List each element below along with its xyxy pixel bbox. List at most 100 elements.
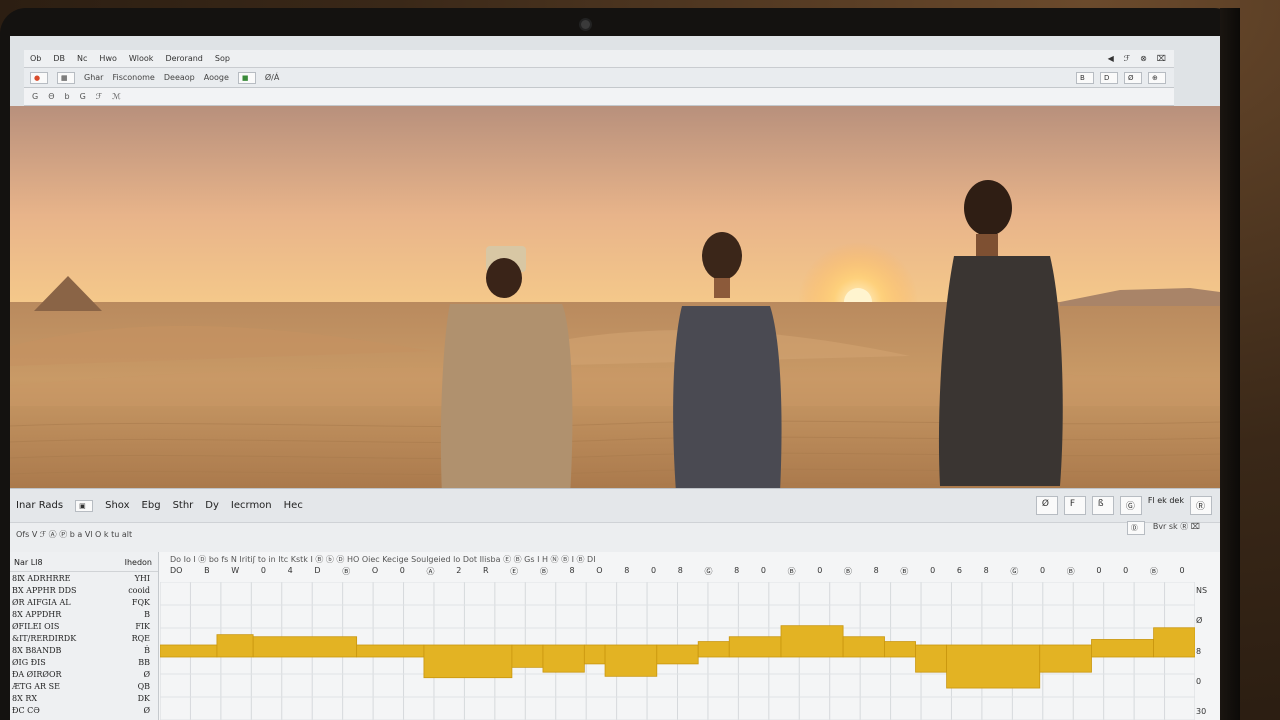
menu-item-4[interactable]: Wlook bbox=[129, 54, 154, 63]
window-icon-1[interactable]: ℱ bbox=[1124, 54, 1130, 63]
track-list-header: Nar LI8 Ihedon bbox=[10, 552, 158, 572]
track-row[interactable]: ØFILEI OIS FIK bbox=[10, 620, 158, 632]
panel-right-4[interactable]: Fl ek dek bbox=[1148, 496, 1184, 515]
toolbar-item-4[interactable]: Ø/Á bbox=[265, 73, 279, 82]
ruler-tick-5: D bbox=[314, 566, 321, 575]
panel-item-6[interactable]: Hec bbox=[284, 500, 303, 511]
waveform-segment-7 bbox=[583, 644, 606, 665]
timeline-subbar: Ofs V ℱ Ⓐ Ⓟ b a Vl O k tu alt Ⓓ Bvr sk Ⓡ… bbox=[10, 521, 1220, 553]
track-header-left: Nar LI8 bbox=[14, 558, 43, 567]
waveform-segment-9 bbox=[656, 644, 699, 665]
track-list: Nar LI8 Ihedon 8Ⅸ ADRHRRE YHI BX APPHR DD… bbox=[10, 552, 159, 720]
menu-item-0[interactable]: Ob bbox=[30, 54, 41, 63]
track-row[interactable]: ØR AIFGIA AL FQK bbox=[10, 596, 158, 608]
waveform-segment-14 bbox=[884, 641, 916, 658]
waveform-segment-17 bbox=[1039, 644, 1092, 673]
ruler-tick-24: Ⓑ bbox=[844, 567, 852, 576]
track-row[interactable]: &IT/RERDIRDK RQE bbox=[10, 632, 158, 644]
window-icon-3[interactable]: ⌧ bbox=[1157, 54, 1166, 63]
toolbar2-item-4[interactable]: ℱ bbox=[96, 92, 102, 101]
webcam-icon bbox=[581, 20, 590, 29]
timeline-ruler[interactable]: Do Io I Ⓓ bo fs N Iritiʃ to in Itc Kstk … bbox=[160, 552, 1195, 582]
menu-item-6[interactable]: Sop bbox=[215, 54, 230, 63]
scale-label-3: 0 bbox=[1196, 676, 1202, 686]
toolbar-item-2[interactable]: Deeaop bbox=[164, 73, 195, 82]
timeline[interactable]: Nar LI8 Ihedon 8Ⅸ ADRHRRE YHI BX APPHR DD… bbox=[10, 552, 1220, 720]
toolbar-right-2[interactable]: Ø bbox=[1124, 71, 1142, 84]
toolbar-item-1[interactable]: Fisconome bbox=[112, 73, 154, 82]
menu-item-2[interactable]: Nc bbox=[77, 54, 87, 63]
toolbar-right-0[interactable]: B bbox=[1076, 71, 1094, 84]
track-row[interactable]: 8X APPDHR B bbox=[10, 608, 158, 620]
ruler-tick-12: Ⓔ bbox=[510, 567, 519, 576]
waveform-segment-12 bbox=[780, 625, 844, 658]
waveform-segment-3 bbox=[356, 644, 425, 658]
track-value: RQE bbox=[131, 634, 150, 643]
toolbar-right-1[interactable]: D bbox=[1100, 71, 1118, 84]
menu-item-3[interactable]: Hwo bbox=[99, 54, 116, 63]
panel-item-1[interactable]: Shox bbox=[105, 500, 129, 511]
track-value: YHI bbox=[134, 574, 150, 583]
panel-right-2[interactable]: ß bbox=[1091, 496, 1114, 515]
toolbar2-item-5[interactable]: ℳ bbox=[112, 92, 121, 101]
window-icon-0[interactable]: ◀ bbox=[1108, 54, 1114, 63]
waveform-segment-5 bbox=[511, 644, 544, 668]
subbar-row2: Ⓓ Bvr sk Ⓡ ⌧ bbox=[1126, 521, 1200, 535]
track-name: ØIG ÐIS bbox=[12, 658, 46, 667]
toolbar2-item-3[interactable]: G bbox=[80, 92, 86, 101]
panel-item-4[interactable]: Dy bbox=[205, 500, 219, 511]
track-row[interactable]: 8X RX DK bbox=[10, 692, 158, 704]
timeline-panel-header: Inar Rads ▣ Shox Ebg Sthr Dy Iecrmon Hec… bbox=[10, 488, 1220, 522]
panel-right-5[interactable]: Ⓡ bbox=[1190, 496, 1212, 515]
grid-icon[interactable]: ▦ bbox=[57, 71, 75, 84]
toolbar2-item-0[interactable]: G bbox=[32, 92, 38, 101]
track-row[interactable]: ÐA ØIRØOR Ø bbox=[10, 668, 158, 680]
scale-label-0: NS bbox=[1196, 586, 1208, 595]
ruler-tick-34: 0 bbox=[1123, 566, 1129, 575]
panel-item-2[interactable]: Ebg bbox=[142, 500, 161, 511]
toolbar2-item-1[interactable]: Θ bbox=[48, 92, 54, 101]
ruler-tick-36: 0 bbox=[1179, 566, 1185, 575]
track-value: FQK bbox=[131, 598, 150, 607]
waveform-segment-16 bbox=[946, 644, 1041, 689]
track-row[interactable]: 8X B8ANDB Ḃ bbox=[10, 644, 158, 656]
video-preview[interactable] bbox=[10, 106, 1220, 496]
toolbar-item-3[interactable]: Aooge bbox=[204, 73, 229, 82]
ruler-tick-30: Ⓖ bbox=[1010, 567, 1019, 576]
menu-item-5[interactable]: Derorand bbox=[165, 54, 202, 63]
panel-right-3[interactable]: Ⓖ bbox=[1119, 496, 1142, 515]
toolbar2-item-2[interactable]: b bbox=[65, 92, 70, 101]
ruler-tick-0: DO bbox=[170, 566, 183, 575]
color-swatch-icon[interactable]: ■ bbox=[237, 71, 256, 84]
ruler-tick-33: 0 bbox=[1096, 566, 1102, 575]
ruler-tick-29: 8 bbox=[983, 566, 989, 575]
panel-item-0[interactable]: Inar Rads bbox=[16, 500, 63, 511]
window-icon-2[interactable]: ⊗ bbox=[1140, 54, 1147, 63]
track-row[interactable]: ØIG ÐIS BB bbox=[10, 656, 158, 668]
preview-frame bbox=[10, 106, 1220, 496]
toolbar-right-3[interactable]: ⊕ bbox=[1148, 71, 1166, 84]
track-value: FIK bbox=[135, 622, 150, 631]
panel-item-5[interactable]: Iecrmon bbox=[231, 500, 272, 511]
subbar-pill[interactable]: Ⓓ bbox=[1126, 521, 1145, 535]
right-scale: NS Ø 8 0 30 bbox=[1196, 582, 1220, 720]
ruler-ticks: DO B W 0 4 D Ⓑ O 0 Ⓐ 2 R Ⓔ Ⓑ 8 O 8 0 8 Ⓖ 8 0 Ⓑ 0 Ⓑ 8 Ⓑ 0 6 8 Ⓖ 0 Ⓑ 0 0 Ⓑ 0 bbox=[160, 566, 1195, 577]
record-icon[interactable]: ● bbox=[30, 71, 48, 84]
toolbar-item-0[interactable]: Ghar bbox=[84, 73, 103, 82]
panel-right-0[interactable]: Ø bbox=[1035, 496, 1058, 515]
track-row[interactable]: ÆTG AR SE QB bbox=[10, 680, 158, 692]
waveform-segment-8 bbox=[604, 644, 658, 677]
track-name: ÆTG AR SE bbox=[12, 682, 60, 691]
menu-item-1[interactable]: DB bbox=[53, 54, 65, 63]
panel-item-3[interactable]: Sthr bbox=[173, 500, 194, 511]
track-row[interactable]: BX APPHR DDS cooid bbox=[10, 584, 158, 596]
track-row[interactable]: 8Ⅸ ADRHRRE YHI bbox=[10, 572, 158, 584]
waveform-segment-6 bbox=[542, 644, 585, 673]
ruler-tick-15: O bbox=[596, 566, 603, 575]
track-row[interactable]: ÐC CƏ Ø bbox=[10, 704, 158, 716]
waveform-track[interactable] bbox=[159, 581, 1196, 720]
menu-bar: Ob DB Nc Hwo Wlook Derorand Sop ◀ ℱ ⊗ ⌧ bbox=[24, 50, 1174, 68]
track-name: 8X B8ANDB bbox=[12, 646, 62, 655]
square-icon[interactable]: ▣ bbox=[75, 499, 94, 512]
panel-right-1[interactable]: F bbox=[1063, 496, 1086, 515]
